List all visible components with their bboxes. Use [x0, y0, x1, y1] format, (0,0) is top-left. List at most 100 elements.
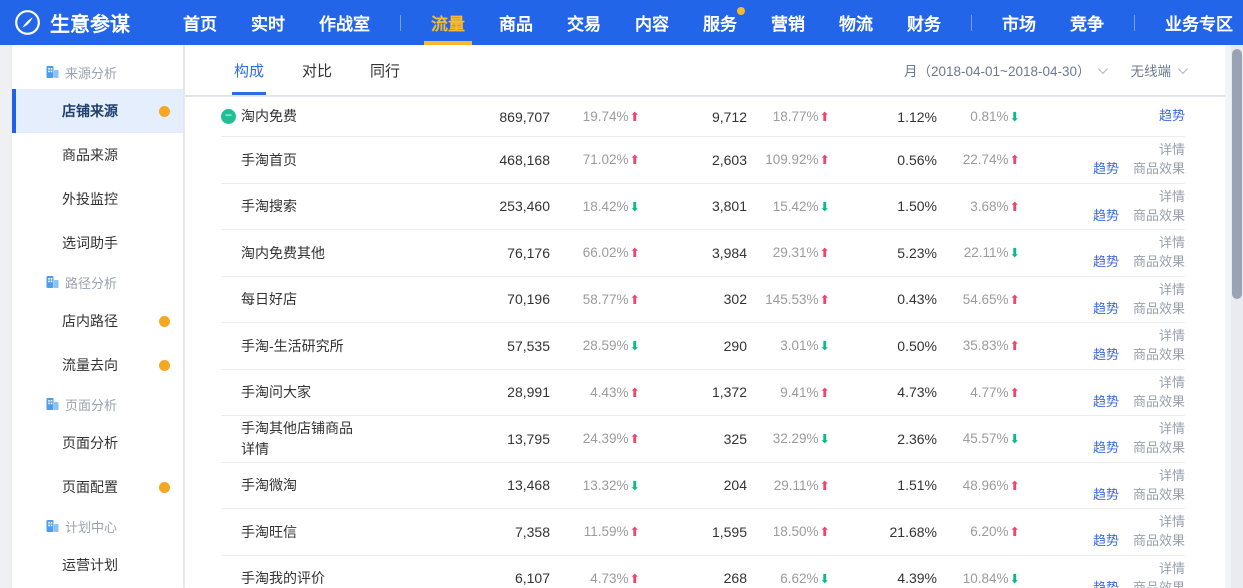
traffic-source-table: − 淘内免费 869,707 19.74%⬆ 9,712 18.77%⬆ 1.1… — [185, 97, 1225, 588]
nav-item[interactable]: 商品 — [482, 0, 550, 45]
trend-link[interactable]: 趋势 — [1093, 254, 1119, 270]
conversion-rate-value: 21.68% — [830, 524, 937, 540]
product-effect-link[interactable]: 商品效果 — [1133, 580, 1185, 588]
app-brand[interactable]: 生意参谋 — [14, 8, 130, 37]
product-effect-link[interactable]: 商品效果 — [1133, 208, 1185, 224]
detail-link[interactable]: 详情 — [1159, 282, 1185, 298]
trend-link[interactable]: 趋势 — [1093, 347, 1119, 363]
product-effect-link[interactable]: 商品效果 — [1133, 301, 1185, 317]
trend-link[interactable]: 趋势 — [1093, 533, 1119, 549]
detail-link[interactable]: 详情 — [1159, 421, 1185, 437]
trend-arrow-icon: ⬆ — [820, 110, 830, 124]
conversion-rate-value: 4.39% — [830, 570, 937, 586]
nav-item[interactable]: 实时 — [234, 0, 302, 45]
detail-link[interactable]: 详情 — [1159, 328, 1185, 344]
page-body: 来源分析 店铺来源 商品来源 外投监控 选词助手 路径分析 — [0, 45, 1243, 588]
sidebar-item[interactable]: 店铺来源 — [12, 89, 183, 133]
trend-arrow-icon: ⬇ — [1010, 572, 1020, 586]
nav-item[interactable]: 服务 — [686, 0, 754, 45]
trend-arrow-icon: ⬇ — [630, 339, 640, 353]
detail-link[interactable]: 详情 — [1159, 189, 1185, 205]
product-effect-link[interactable]: 商品效果 — [1133, 254, 1185, 270]
collapse-toggle-icon[interactable]: − — [221, 109, 236, 124]
detail-link[interactable]: 详情 — [1159, 375, 1185, 391]
visitors-change: 19.74%⬆ — [550, 109, 640, 124]
sidebar-section: 计划中心 运营计划 — [12, 509, 183, 587]
nav-item[interactable]: 首页 — [166, 0, 234, 45]
tab-composition[interactable]: 构成 — [232, 45, 266, 95]
detail-link[interactable]: 详情 — [1159, 561, 1185, 577]
vertical-scrollbar[interactable] — [1231, 45, 1243, 588]
scrollbar-thumb[interactable] — [1232, 49, 1242, 299]
trend-link[interactable]: 趋势 — [1093, 440, 1119, 456]
trend-arrow-icon: ⬆ — [630, 153, 640, 167]
tab-compare[interactable]: 对比 — [300, 45, 334, 95]
sidebar-item[interactable]: 外投监控 — [12, 177, 183, 221]
trend-link[interactable]: 趋势 — [1093, 487, 1119, 503]
visitors-change: 4.43%⬆ — [550, 385, 640, 400]
building-icon — [45, 397, 60, 411]
tab-peers[interactable]: 同行 — [368, 45, 402, 95]
product-effect-link[interactable]: 商品效果 — [1133, 533, 1185, 549]
chevron-down-icon — [1097, 64, 1107, 74]
product-effect-link[interactable]: 商品效果 — [1133, 487, 1185, 503]
product-effect-link[interactable]: 商品效果 — [1133, 161, 1185, 177]
product-effect-link[interactable]: 商品效果 — [1133, 394, 1185, 410]
source-name: 手淘微淘 — [241, 475, 297, 495]
nav-item[interactable]: 作战室 — [302, 0, 387, 45]
nav-item[interactable]: 业务专区 — [1148, 0, 1243, 45]
sidebar-item[interactable]: 运营计划 — [12, 543, 183, 587]
row-actions: 详情 趋势 商品效果 — [1020, 137, 1185, 183]
sidebar-item[interactable]: 页面分析 — [12, 421, 183, 465]
date-range-selector[interactable]: 月（2018-04-01~2018-04-30） — [904, 60, 1105, 80]
table-row: 手淘-生活研究所 57,535 28.59%⬇ 290 3.01%⬇ 0.50%… — [221, 323, 1185, 370]
trend-arrow-icon: ⬆ — [1010, 386, 1020, 400]
nav-item[interactable]: 竞争 — [1053, 0, 1121, 45]
row-actions: 详情 趋势 商品效果 — [1020, 509, 1185, 555]
nav-item[interactable]: 市场 — [985, 0, 1053, 45]
trend-link[interactable]: 趋势 — [1093, 394, 1119, 410]
detail-link[interactable]: 详情 — [1159, 468, 1185, 484]
trend-link[interactable]: 趋势 — [1093, 301, 1119, 317]
buyers-change: 145.53%⬆ — [747, 292, 830, 307]
buyers-value: 302 — [640, 291, 747, 307]
buyers-value: 1,372 — [640, 384, 747, 400]
nav-item[interactable]: 营销 — [754, 0, 822, 45]
detail-link[interactable]: 详情 — [1159, 235, 1185, 251]
trend-link[interactable]: 趋势 — [1159, 108, 1185, 124]
sidebar-section-header: 计划中心 — [12, 509, 183, 543]
building-icon — [45, 275, 60, 289]
conversion-rate-value: 1.12% — [830, 109, 937, 125]
trend-arrow-icon: ⬆ — [820, 246, 830, 260]
nav-item[interactable]: 物流 — [822, 0, 890, 45]
trend-arrow-icon: ⬆ — [630, 246, 640, 260]
detail-link[interactable]: 详情 — [1159, 142, 1185, 158]
sidebar-item[interactable]: 商品来源 — [12, 133, 183, 177]
sidebar-item[interactable]: 店内路径 — [12, 299, 183, 343]
buyers-value: 268 — [640, 570, 747, 586]
source-name: 淘内免费 — [241, 106, 297, 126]
orange-dot-badge — [159, 316, 170, 327]
detail-link[interactable]: 详情 — [1159, 514, 1185, 530]
nav-item[interactable]: 内容 — [618, 0, 686, 45]
nav-item[interactable]: 财务 — [890, 0, 958, 45]
trend-link[interactable]: 趋势 — [1093, 580, 1119, 588]
trend-link[interactable]: 趋势 — [1093, 161, 1119, 177]
product-effect-link[interactable]: 商品效果 — [1133, 347, 1185, 363]
nav-divider — [400, 15, 401, 31]
sidebar-item[interactable]: 选词助手 — [12, 221, 183, 265]
trend-arrow-icon: ⬆ — [1010, 479, 1020, 493]
nav-item[interactable]: 交易 — [550, 0, 618, 45]
sidebar-item[interactable]: 流量去向 — [12, 343, 183, 387]
source-name: 手淘首页 — [241, 150, 297, 170]
sidebar-section-label: 路径分析 — [65, 273, 117, 292]
trend-link[interactable]: 趋势 — [1093, 208, 1119, 224]
nav-item[interactable]: 流量 — [414, 0, 482, 45]
product-effect-link[interactable]: 商品效果 — [1133, 440, 1185, 456]
trend-arrow-icon: ⬆ — [630, 110, 640, 124]
sidebar-item[interactable]: 页面配置 — [12, 465, 183, 509]
device-selector[interactable]: 无线端 — [1131, 60, 1186, 80]
visitors-change: 18.42%⬇ — [550, 199, 640, 214]
main-area: 构成 对比 同行 月（2018-04-01~2018-04-30） 无线端 − … — [185, 45, 1225, 588]
trend-arrow-icon: ⬇ — [820, 572, 830, 586]
